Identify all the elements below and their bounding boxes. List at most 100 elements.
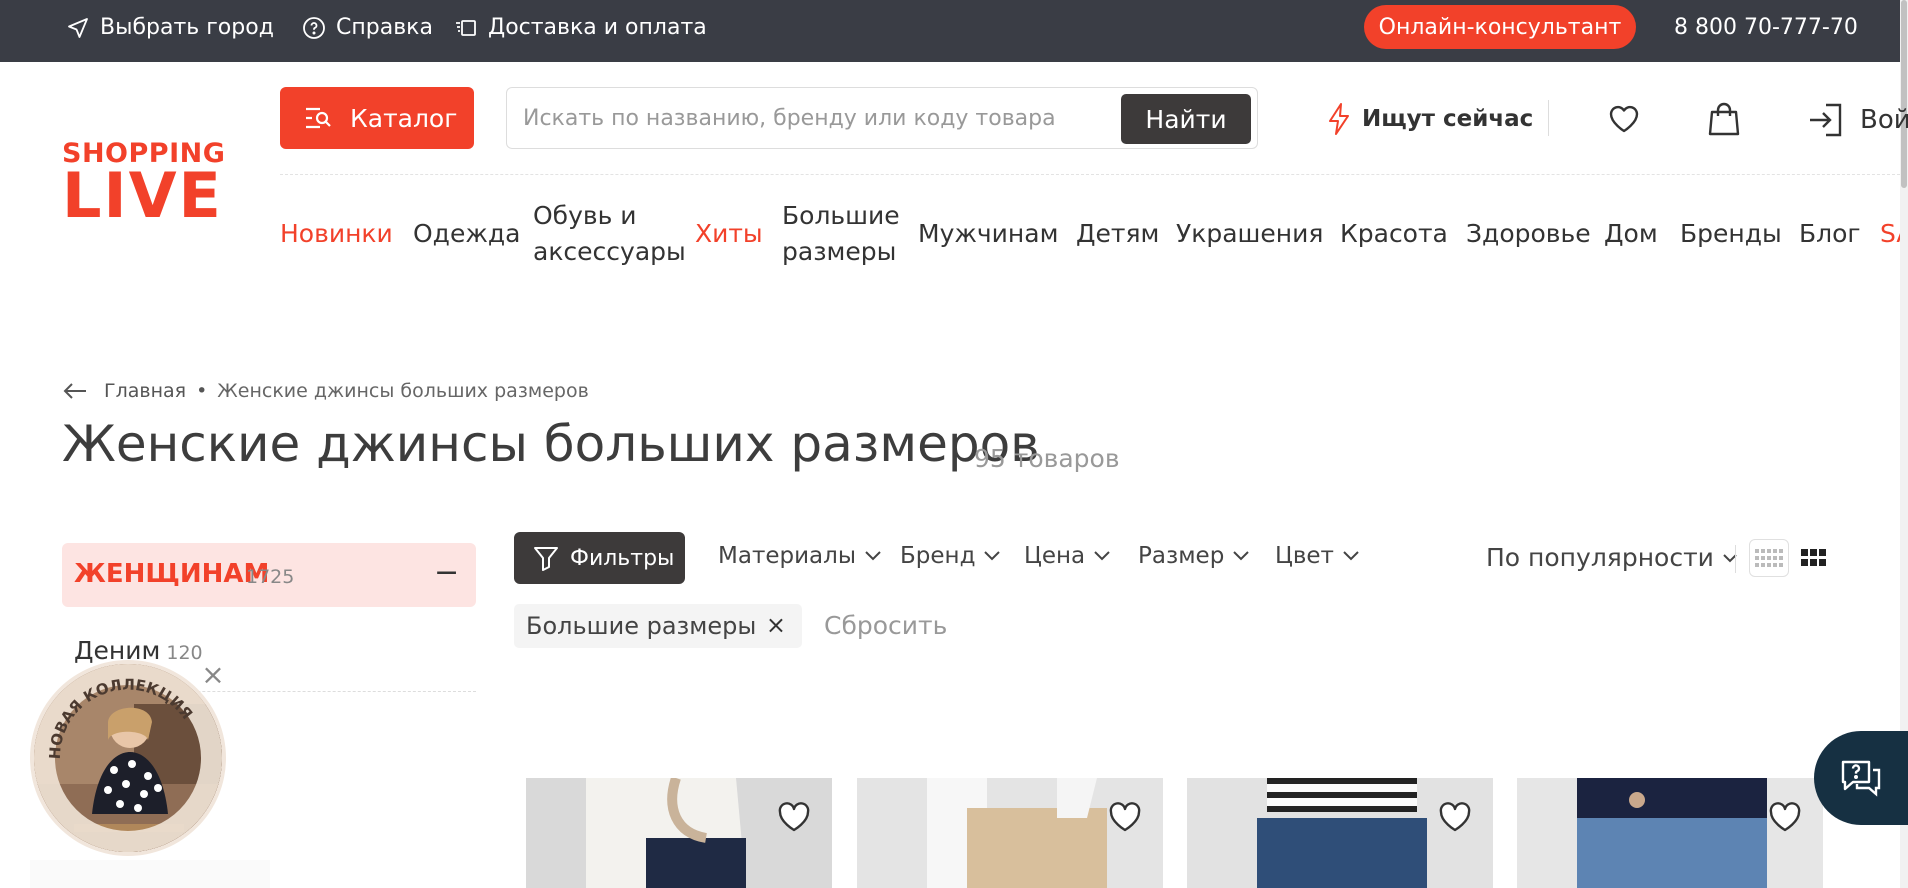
sort-label: По популярности [1486, 543, 1714, 572]
phone-number[interactable]: 8 800 70-777-70 [1674, 15, 1858, 40]
sidebar-item-denim[interactable]: Деним 120 [74, 636, 203, 665]
sort-select[interactable]: По популярности [1486, 543, 1738, 572]
breadcrumb-home[interactable]: Главная [104, 380, 186, 402]
filter-funnel-icon [534, 547, 558, 571]
filter-label: Цена [1024, 543, 1086, 569]
lightning-icon [1329, 103, 1349, 135]
login-icon [1810, 103, 1842, 137]
logo[interactable]: SHOPPING LIVE [62, 140, 225, 227]
nav-item-shoes-accessories[interactable]: Обувь и аксессуары [533, 198, 686, 270]
nav-item-blog[interactable]: Блог [1799, 216, 1861, 252]
chip-label: Большие размеры [526, 612, 757, 640]
breadcrumb-current: Женские джинсы больших размеров [217, 380, 589, 402]
top-bar: Выбрать город Справка Доставка и оплата … [0, 0, 1900, 62]
filter-label: Материалы [718, 543, 856, 569]
nav-item-men[interactable]: Мужчинам [918, 216, 1058, 252]
heart-icon[interactable] [1765, 798, 1805, 834]
nav-item-clothes[interactable]: Одежда [413, 216, 520, 252]
trending-link[interactable]: Ищут сейчас [1326, 102, 1533, 136]
product-card[interactable] [857, 778, 1163, 888]
city-selector[interactable]: Выбрать город [66, 15, 274, 40]
breadcrumb-separator: • [196, 380, 208, 402]
grid-large-icon [1801, 549, 1826, 566]
nav-item-sale[interactable]: SALE [1880, 216, 1900, 252]
active-filter-chip: Большие размеры × [514, 604, 802, 648]
catalog-search-icon [306, 107, 331, 129]
bag-icon[interactable] [1704, 98, 1744, 138]
delivery-icon [456, 19, 476, 36]
help-label: Справка [336, 15, 433, 40]
nav-item-hits[interactable]: Хиты [695, 216, 763, 252]
login-label: Войти [1860, 105, 1908, 135]
sidebar-category-label: ЖЕНЩИНАМ [74, 559, 270, 589]
sidebar-item-label: Деним [74, 636, 161, 665]
filter-price[interactable]: Цена [1024, 543, 1111, 569]
sidebar-partial-content [30, 860, 270, 888]
logo-line-2: LIVE [62, 159, 223, 232]
promo-bubble[interactable]: НОВАЯ КОЛЛЕКЦИЯ [34, 664, 222, 852]
city-label: Выбрать город [100, 15, 274, 40]
chat-help-button[interactable] [1814, 731, 1908, 825]
product-count: 95 товаров [974, 444, 1120, 473]
chevron-down-icon [984, 551, 1001, 561]
trending-label: Ищут сейчас [1362, 106, 1534, 132]
filter-materials[interactable]: Материалы [718, 543, 882, 569]
nav-item-health[interactable]: Здоровье [1466, 216, 1591, 252]
filter-label: Бренд [900, 543, 976, 569]
nav-item-home[interactable]: Дом [1604, 216, 1658, 252]
chevron-down-icon [1094, 551, 1110, 561]
filter-color[interactable]: Цвет [1275, 543, 1360, 569]
product-card[interactable] [1517, 778, 1823, 888]
filter-label: Размер [1138, 543, 1225, 569]
grid-small-view-button[interactable] [1749, 539, 1789, 577]
sidebar-category-count: 1725 [246, 566, 295, 588]
catalog-button[interactable]: Каталог [280, 87, 474, 149]
scrollbar-thumb[interactable] [1901, 0, 1907, 188]
heart-icon[interactable] [1105, 798, 1145, 834]
help-link[interactable]: Справка [302, 15, 433, 40]
product-card[interactable] [526, 778, 832, 888]
product-card[interactable] [1187, 778, 1493, 888]
chevron-down-icon [865, 551, 881, 561]
delivery-link[interactable]: Доставка и оплата [454, 15, 707, 40]
view-divider [1735, 545, 1736, 573]
chevron-down-icon [1343, 551, 1359, 561]
filter-size[interactable]: Размер [1138, 543, 1250, 569]
help-circle-icon [303, 16, 325, 39]
search-button[interactable]: Найти [1121, 94, 1251, 144]
chevron-down-icon [1233, 551, 1250, 561]
nav-item-brands[interactable]: Бренды [1680, 216, 1782, 252]
sidebar-category-women[interactable]: ЖЕНЩИНАМ 1725 − [62, 543, 476, 607]
nav-item-plus-sizes[interactable]: Большие размеры [782, 198, 900, 270]
back-arrow-icon[interactable] [62, 381, 88, 401]
location-arrow-icon [68, 17, 88, 38]
chip-remove-icon[interactable]: × [766, 611, 786, 639]
breadcrumb: Главная • Женские джинсы больших размеро… [62, 380, 589, 402]
collapse-toggle[interactable]: − [434, 555, 459, 590]
filters-button[interactable]: Фильтры [514, 532, 685, 584]
search-box: Найти [506, 87, 1258, 149]
catalog-label: Каталог [350, 103, 458, 133]
nav-item-jewelry[interactable]: Украшения [1176, 216, 1323, 252]
heart-icon[interactable] [774, 798, 814, 834]
search-input[interactable] [523, 100, 1093, 136]
filter-label: Цвет [1275, 543, 1334, 569]
filters-label: Фильтры [570, 545, 675, 571]
heart-icon[interactable] [1435, 798, 1475, 834]
grid-large-view-button[interactable] [1794, 539, 1834, 577]
header-divider [1548, 100, 1549, 136]
reset-filters-link[interactable]: Сбросить [824, 611, 947, 640]
online-consultant-button[interactable]: Онлайн-консультант [1364, 5, 1636, 49]
promo-image: НОВАЯ КОЛЛЕКЦИЯ [34, 664, 222, 852]
promo-close-icon[interactable]: × [200, 661, 226, 689]
page-title: Женские джинсы больших размеров [62, 415, 1040, 473]
nav-item-kids[interactable]: Детям [1076, 216, 1159, 252]
chat-help-icon [1841, 760, 1881, 797]
heart-icon[interactable] [1604, 98, 1644, 138]
login-link[interactable]: Войти [1806, 100, 1908, 140]
nav-item-new[interactable]: Новинки [280, 216, 393, 252]
sidebar-item-count: 120 [166, 642, 203, 664]
filter-brand[interactable]: Бренд [900, 543, 1001, 569]
grid-small-icon [1755, 549, 1783, 567]
nav-item-beauty[interactable]: Красота [1340, 216, 1448, 252]
